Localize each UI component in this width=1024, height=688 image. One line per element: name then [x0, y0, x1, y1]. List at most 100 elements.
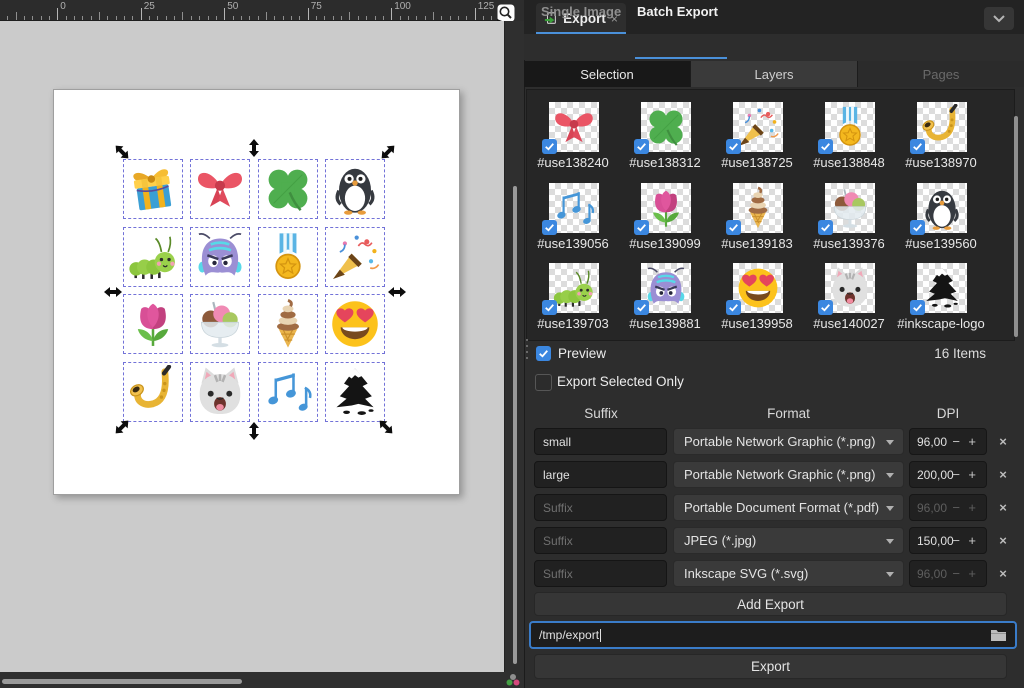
export-item[interactable]: #inkscape-logo — [895, 259, 987, 337]
ruler-tick-label: 50 — [227, 1, 238, 12]
canvas-object-saxophone[interactable] — [126, 365, 180, 419]
export-item[interactable]: #use139560 — [895, 179, 987, 257]
dpi-increment-button[interactable]: + — [968, 533, 976, 548]
export-item[interactable]: #use140027 — [803, 259, 895, 337]
suffix-input[interactable] — [534, 461, 667, 488]
dpi-increment-button[interactable]: + — [968, 434, 976, 449]
export-item-checkbox[interactable] — [818, 220, 833, 235]
horizontal-scrollbar-thumb[interactable] — [2, 679, 242, 684]
source-button-layers[interactable]: Layers — [691, 61, 858, 87]
export-item[interactable]: #use139183 — [711, 179, 803, 257]
panel-options-button[interactable] — [984, 7, 1014, 30]
canvas-object-bow[interactable] — [193, 162, 247, 216]
dpi-decrement-button[interactable]: − — [952, 434, 960, 449]
export-item-checkbox[interactable] — [910, 300, 925, 315]
remove-row-button[interactable]: × — [996, 533, 1010, 548]
remove-row-button[interactable]: × — [996, 434, 1010, 449]
add-export-button[interactable]: Add Export — [534, 592, 1007, 616]
canvas-object-party-popper[interactable] — [328, 230, 382, 284]
dpi-decrement-button[interactable]: − — [952, 467, 960, 482]
canvas-object-tulip[interactable] — [126, 297, 180, 351]
canvas-object-butterfly[interactable] — [193, 230, 247, 284]
canvas-object-music-notes[interactable] — [261, 365, 315, 419]
export-item-checkbox[interactable] — [542, 220, 557, 235]
format-dropdown[interactable]: Portable Document Format (*.pdf) — [673, 494, 904, 521]
export-item-checkbox[interactable] — [726, 139, 741, 154]
export-selected-only-checkbox[interactable] — [535, 374, 552, 391]
suffix-input[interactable] — [534, 494, 667, 521]
music-notes-icon — [551, 185, 597, 231]
export-item-checkbox[interactable] — [634, 139, 649, 154]
export-item[interactable]: #use138312 — [619, 98, 711, 176]
export-item[interactable]: #use138240 — [527, 98, 619, 176]
export-button[interactable]: Export — [534, 654, 1007, 679]
color-managed-display-icon[interactable] — [503, 672, 523, 688]
export-item-checkbox[interactable] — [910, 139, 925, 154]
export-item-checkbox[interactable] — [910, 220, 925, 235]
dpi-spinbutton[interactable]: 96,00−+ — [909, 428, 987, 455]
export-item-checkbox[interactable] — [818, 300, 833, 315]
export-item[interactable]: #use139958 — [711, 259, 803, 337]
object-selection-box — [190, 159, 250, 219]
canvas-object-gift[interactable] — [126, 162, 180, 216]
export-item[interactable]: #use138848 — [803, 98, 895, 176]
panel-resize-grip[interactable] — [523, 339, 531, 365]
ruler-tick — [233, 16, 234, 21]
folder-icon[interactable] — [990, 628, 1007, 642]
canvas-object-medal[interactable] — [261, 230, 315, 284]
export-item-checkbox[interactable] — [542, 139, 557, 154]
canvas-object-ice-cream[interactable] — [193, 297, 247, 351]
export-item-checkbox[interactable] — [634, 300, 649, 315]
suffix-input[interactable] — [534, 428, 667, 455]
selection-scale-handle[interactable] — [249, 422, 259, 440]
export-path-input[interactable]: /tmp/export — [529, 621, 1017, 649]
remove-row-button[interactable]: × — [996, 467, 1010, 482]
vertical-scrollbar-thumb[interactable] — [513, 186, 517, 664]
object-selection-box — [258, 159, 318, 219]
suffix-input[interactable] — [534, 527, 667, 554]
remove-row-button[interactable]: × — [996, 566, 1010, 581]
canvas-object-caterpillar[interactable] — [126, 230, 180, 284]
canvas-object-clover[interactable] — [261, 162, 315, 216]
selection-scale-handle[interactable] — [249, 139, 259, 157]
dpi-spinbutton[interactable]: 200,00−+ — [909, 461, 987, 488]
format-dropdown[interactable]: JPEG (*.jpg) — [673, 527, 904, 554]
export-item[interactable]: #use139099 — [619, 179, 711, 257]
ruler-tick — [66, 16, 67, 21]
canvas-object-heart-eyes[interactable] — [328, 297, 382, 351]
dpi-spinbutton[interactable]: 96,00−+ — [909, 494, 987, 521]
tab-single-image[interactable]: Single Image — [541, 4, 621, 19]
export-item[interactable]: #use139056 — [527, 179, 619, 257]
remove-row-button[interactable]: × — [996, 500, 1010, 515]
format-dropdown[interactable]: Portable Network Graphic (*.png) — [673, 461, 904, 488]
canvas[interactable] — [0, 21, 504, 672]
export-item-checkbox[interactable] — [542, 300, 557, 315]
canvas-object-inkscape-logo[interactable] — [328, 365, 382, 419]
export-item-checkbox[interactable] — [634, 220, 649, 235]
dpi-decrement-button[interactable]: − — [952, 533, 960, 548]
source-button-selection[interactable]: Selection — [524, 61, 691, 87]
tab-batch-export[interactable]: Batch Export — [637, 4, 718, 19]
format-dropdown[interactable]: Inkscape SVG (*.svg) — [673, 560, 904, 587]
export-item[interactable]: #use139376 — [803, 179, 895, 257]
suffix-input[interactable] — [534, 560, 667, 587]
canvas-object-cat[interactable] — [193, 365, 247, 419]
preview-checkbox[interactable] — [536, 346, 551, 361]
dpi-spinbutton[interactable]: 150,00−+ — [909, 527, 987, 554]
items-scrollbar-thumb[interactable] — [1014, 116, 1018, 337]
source-button-pages[interactable]: Pages — [858, 61, 1024, 87]
selection-scale-handle[interactable] — [388, 287, 406, 297]
canvas-object-soft-serve[interactable] — [261, 297, 315, 351]
format-dropdown[interactable]: Portable Network Graphic (*.png) — [673, 428, 904, 455]
dpi-increment-button[interactable]: + — [968, 467, 976, 482]
export-item-checkbox[interactable] — [726, 300, 741, 315]
export-item-checkbox[interactable] — [726, 220, 741, 235]
export-item[interactable]: #use138970 — [895, 98, 987, 176]
export-item[interactable]: #use139703 — [527, 259, 619, 337]
export-item[interactable]: #use138725 — [711, 98, 803, 176]
export-item-checkbox[interactable] — [818, 139, 833, 154]
export-item[interactable]: #use139881 — [619, 259, 711, 337]
selection-scale-handle[interactable] — [104, 287, 122, 297]
canvas-object-penguin[interactable] — [328, 162, 382, 216]
dpi-spinbutton[interactable]: 96,00−+ — [909, 560, 987, 587]
